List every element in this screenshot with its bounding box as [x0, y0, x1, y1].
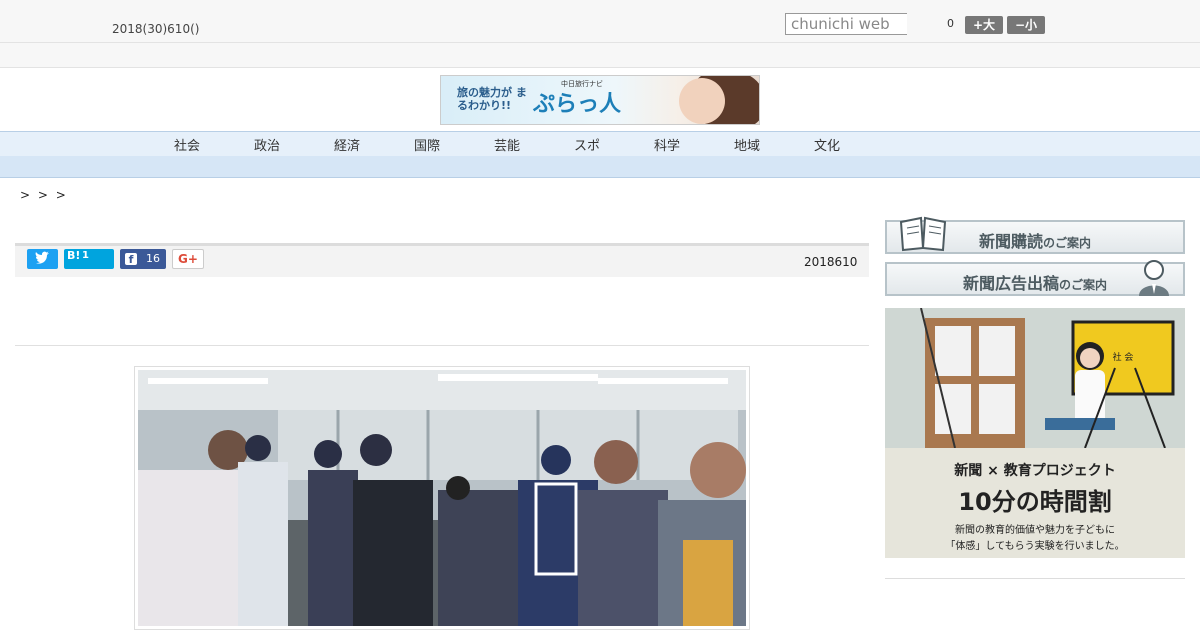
board-label: 社 会: [1113, 351, 1134, 363]
search-input[interactable]: chunichi web: [785, 13, 907, 35]
promo-line-1: 新聞 × 教育プロジェクト: [954, 463, 1116, 479]
article-date: 2018610: [804, 255, 858, 269]
travel-banner-ad[interactable]: 旅の魅力が まるわかり!! 中日旅行ナビ ぷらっ人: [440, 75, 760, 125]
nav-item[interactable]: 社会: [172, 135, 202, 154]
counter-badge: 0: [947, 17, 954, 30]
ad-photo: 社 会: [885, 308, 1185, 449]
nav-item[interactable]: 政治: [252, 135, 282, 154]
font-larger-button[interactable]: +大: [965, 16, 1003, 34]
ad-guide-sub: のご案内: [1059, 278, 1108, 292]
advertising-guide-button[interactable]: 新聞広告出稿のご案内: [885, 260, 1185, 296]
nav-item[interactable]: 国際: [412, 135, 442, 154]
banner-brand: ぷらっ人: [533, 91, 622, 117]
font-smaller-button[interactable]: −小: [1007, 16, 1045, 34]
promo-line-2: 10分の時間割: [958, 488, 1112, 516]
education-project-ad[interactable]: 社 会 新聞 × 教育プロジェクト 10分の時間割 新聞の教育的価値や魅力を子ど…: [885, 308, 1185, 558]
hatena-bookmark-button[interactable]: B! 1: [64, 249, 114, 269]
station-crowd-image: [138, 370, 746, 626]
twitter-share-button[interactable]: [27, 249, 58, 269]
current-date: 2018(30)610(): [112, 22, 200, 36]
ad-guide-main: 新聞広告出稿: [962, 274, 1059, 293]
sidebar-divider: [885, 578, 1185, 579]
businessman-icon: [1139, 260, 1169, 296]
header-band: [0, 43, 1200, 68]
breadcrumb[interactable]: > > >: [20, 188, 68, 202]
subscription-guide-button[interactable]: 新聞購読のご案内: [885, 216, 1185, 254]
nav-item[interactable]: 文化: [812, 135, 842, 154]
googleplus-share-button[interactable]: G+: [172, 249, 204, 269]
subscribe-main: 新聞購読: [978, 232, 1043, 251]
banner-face: [679, 78, 725, 124]
nav-item[interactable]: 芸能: [492, 135, 522, 154]
sub-nav: [0, 156, 1200, 178]
divider: [15, 345, 869, 346]
banner-tagline: 旅の魅力が まるわかり!!: [457, 86, 527, 112]
nav-item[interactable]: スポ: [572, 135, 602, 154]
nav-item[interactable]: 地域: [732, 135, 762, 154]
hatena-count: 1: [82, 250, 89, 261]
facebook-icon: f: [125, 253, 137, 266]
nav-item[interactable]: 経済: [332, 135, 362, 154]
facebook-count: 16: [146, 252, 160, 265]
promo-line-4: 「体感」してもらう実験を行いました。: [945, 541, 1125, 552]
hatena-icon: B!: [67, 249, 81, 262]
nav-item[interactable]: 科学: [652, 135, 682, 154]
facebook-share-button[interactable]: f 16: [120, 249, 166, 269]
twitter-bird-icon: [35, 251, 49, 264]
article-photo: [134, 366, 750, 630]
subscribe-sub: のご案内: [1043, 236, 1092, 250]
promo-line-3: 新聞の教育的価値や魅力を子どもに: [955, 525, 1115, 536]
